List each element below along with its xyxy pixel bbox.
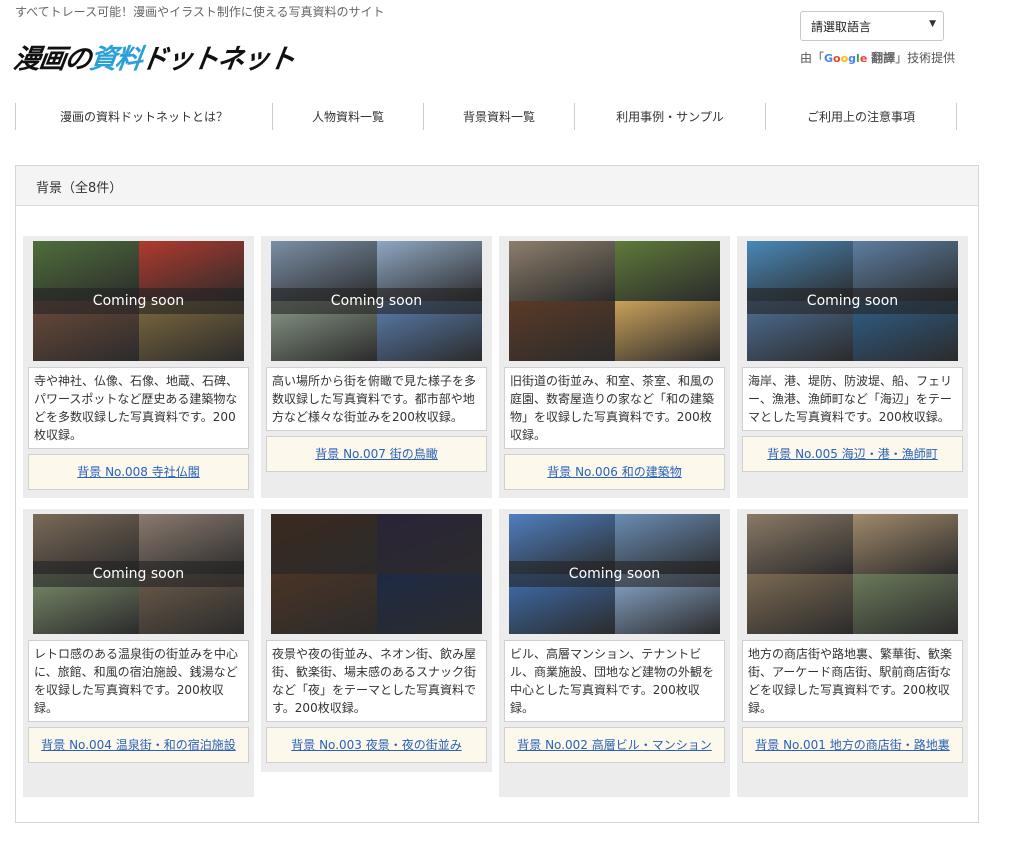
powered-suffix: 」技術提供 (895, 51, 956, 65)
nav-item-backgrounds[interactable]: 背景資料一覧 (423, 103, 574, 130)
card-link[interactable]: 背景 No.007 街の鳥瞰 (266, 436, 487, 472)
card-link[interactable]: 背景 No.008 寺社仏閣 (28, 454, 249, 490)
card-description: 海岸、港、堤防、防波堤、船、フェリー、漁港、漁師町など「海辺」をテーマとした写真… (742, 367, 963, 431)
site-tagline: すべてトレース可能！漫画やイラスト制作に使える写真資料のサイト (15, 5, 385, 19)
card-thumbnail[interactable] (271, 514, 482, 634)
card-thumbnail[interactable] (509, 241, 720, 361)
logo-text-a: 漫画の (11, 44, 93, 75)
translate-label: 翻譯 (871, 51, 896, 65)
powered-prefix: 由「 (800, 51, 825, 65)
card-thumbnail[interactable]: Coming soon (509, 514, 720, 634)
coming-soon-overlay: Coming soon (509, 561, 720, 587)
background-card: Coming soon 寺や神社、仏像、石像、地蔵、石碑、パワースポットなど歴史あ… (23, 236, 254, 498)
thumbnail-photo (614, 241, 720, 301)
nav-item-about[interactable]: 漫画の資料ドットネットとは？ (15, 103, 272, 130)
nav-item-notes[interactable]: ご利用上の注意事項 (765, 103, 957, 130)
nav-item-people[interactable]: 人物資料一覧 (272, 103, 423, 130)
thumbnail-photo (747, 574, 853, 634)
thumbnail-photo (614, 301, 720, 361)
nav-item-examples[interactable]: 利用事例・サンプル (574, 103, 765, 130)
panel-title: 背景（全8件） (16, 166, 978, 206)
card-description: 寺や神社、仏像、石像、地蔵、石碑、パワースポットなど歴史ある建築物などを多数収録… (28, 367, 249, 449)
thumbnail-photo (376, 574, 482, 634)
logo-text-b: 資料 (87, 44, 144, 75)
background-card: 地方の商店街や路地裏、繁華街、歓楽街、アーケード商店街、駅前商店街などを収録した… (737, 509, 968, 797)
thumbnail-photo (509, 241, 615, 301)
thumbnail-photo (852, 574, 958, 634)
card-thumbnail[interactable]: Coming soon (33, 514, 244, 634)
card-link[interactable]: 背景 No.006 和の建築物 (504, 454, 725, 490)
background-card: 夜景や夜の街並み、ネオン街、飲み屋街、歓楽街、場末感のあるスナック街など「夜」を… (261, 509, 492, 772)
coming-soon-overlay: Coming soon (33, 288, 244, 314)
background-card: Coming soon レトロ感のある温泉街の街並みを中心に、旅館、和風の宿泊施設… (23, 509, 254, 797)
thumbnail-photo (376, 514, 482, 574)
card-link[interactable]: 背景 No.004 温泉街・和の宿泊施設 (28, 727, 249, 763)
card-thumbnail[interactable]: Coming soon (747, 241, 958, 361)
google-translate-credit: 由「Google 翻譯」技術提供 (800, 49, 955, 66)
card-description: 高い場所から街を俯瞰で見た様子を多数収録した写真資料です。都市部や地方など様々な… (266, 367, 487, 431)
card-link[interactable]: 背景 No.005 海辺・港・漁師町 (742, 436, 963, 472)
card-thumbnail[interactable]: Coming soon (271, 241, 482, 361)
logo-text-c: ドットネット (138, 44, 297, 75)
background-card: Coming soon ビル、高層マンション、テナントビル、商業施設、団地など建物… (499, 509, 730, 797)
thumbnail-photo (271, 514, 377, 574)
language-select[interactable]: 請選取語言 ▼ (800, 11, 944, 41)
card-thumbnail[interactable]: Coming soon (33, 241, 244, 361)
background-card: Coming soon 海岸、港、堤防、防波堤、船、フェリー、漁港、漁師町など「海… (737, 236, 968, 498)
coming-soon-overlay: Coming soon (33, 561, 244, 587)
language-select-value: 請選取語言 (811, 20, 872, 34)
card-description: ビル、高層マンション、テナントビル、商業施設、団地など建物の外観を中心とした写真… (504, 640, 725, 722)
card-description: 旧街道の街並み、和室、茶室、和風の庭園、数寄屋造りの家など「和の建築物」を収録し… (504, 367, 725, 449)
background-card: 旧街道の街並み、和室、茶室、和風の庭園、数寄屋造りの家など「和の建築物」を収録し… (499, 236, 730, 498)
card-description: 夜景や夜の街並み、ネオン街、飲み屋街、歓楽街、場末感のあるスナック街など「夜」を… (266, 640, 487, 722)
thumbnail-photo (509, 301, 615, 361)
thumbnail-photo (747, 514, 853, 574)
card-description: 地方の商店街や路地裏、繁華街、歓楽街、アーケード商店街、駅前商店街などを収録した… (742, 640, 963, 722)
background-card: Coming soon 高い場所から街を俯瞰で見た様子を多数収録した写真資料です。… (261, 236, 492, 498)
card-thumbnail[interactable] (747, 514, 958, 634)
google-logo[interactable]: Google (824, 52, 867, 65)
card-link[interactable]: 背景 No.001 地方の商店街・路地裏 (742, 727, 963, 763)
thumbnail-photo (852, 514, 958, 574)
card-link[interactable]: 背景 No.003 夜景・夜の街並み (266, 727, 487, 763)
card-description: レトロ感のある温泉街の街並みを中心に、旅館、和風の宿泊施設、銭湯などを収録した写… (28, 640, 249, 722)
dropdown-arrow-icon: ▼ (929, 19, 936, 29)
main-nav: 漫画の資料ドットネットとは？ 人物資料一覧 背景資料一覧 利用事例・サンプル ご… (15, 103, 957, 130)
card-link[interactable]: 背景 No.002 高層ビル・マンション (504, 727, 725, 763)
coming-soon-overlay: Coming soon (271, 288, 482, 314)
site-logo[interactable]: 漫画の資料ドットネット (11, 37, 297, 76)
coming-soon-overlay: Coming soon (747, 288, 958, 314)
thumbnail-photo (271, 574, 377, 634)
